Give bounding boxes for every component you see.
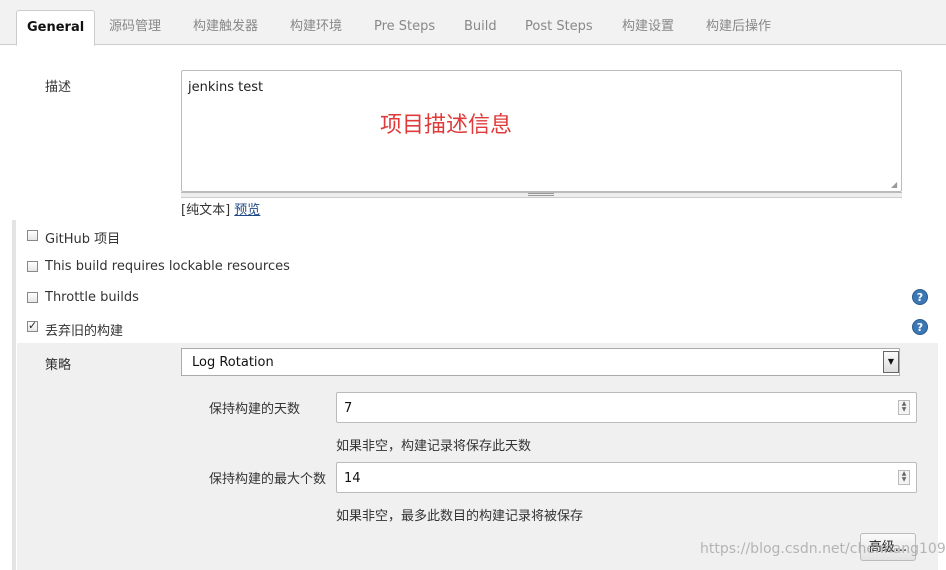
format-label: [纯文本]	[181, 203, 231, 218]
chevron-down-icon[interactable]: ▼	[883, 351, 899, 373]
tab-pre-steps[interactable]: Pre Steps	[374, 10, 435, 44]
strategy-selected-value: Log Rotation	[192, 355, 274, 370]
tab-bar: General 源码管理 构建触发器 构建环境 Pre Steps Build …	[0, 0, 946, 46]
max-builds-input[interactable]: 14 ▲ ▼	[336, 462, 917, 493]
tab-post-build-actions[interactable]: 构建后操作	[706, 10, 771, 44]
format-line: [纯文本] 预览	[181, 199, 260, 218]
days-to-keep-input[interactable]: 7 ▲ ▼	[336, 392, 917, 423]
max-builds-label: 保持构建的最大个数	[209, 472, 327, 487]
discard-old-builds-checkbox[interactable]	[27, 319, 38, 332]
discard-old-builds-label: 丢弃旧的构建	[45, 324, 124, 339]
tab-post-steps[interactable]: Post Steps	[525, 10, 593, 44]
grip-icon	[528, 193, 554, 196]
help-icon[interactable]: ?	[912, 319, 928, 335]
description-textarea[interactable]: jenkins test 项目描述信息 ◢	[181, 70, 902, 192]
github-project-checkbox[interactable]	[27, 230, 38, 241]
lockable-resources-label: This build requires lockable resources	[45, 259, 290, 274]
days-to-keep-hint: 如果非空，构建记录将保存此天数	[336, 439, 532, 454]
spinner-icon[interactable]: ▲ ▼	[898, 470, 910, 485]
tab-build-settings[interactable]: 构建设置	[622, 10, 674, 44]
max-builds-hint: 如果非空，最多此数目的构建记录将被保存	[336, 509, 584, 524]
strategy-select[interactable]: Log Rotation ▼	[181, 348, 900, 376]
throttle-builds-checkbox[interactable]	[27, 292, 38, 303]
throttle-builds-label: Throttle builds	[45, 290, 139, 305]
discard-settings-block	[17, 343, 938, 570]
tab-general[interactable]: General	[16, 10, 96, 46]
help-icon[interactable]: ?	[912, 289, 928, 305]
description-label: 描述	[45, 80, 72, 95]
textarea-resize-handle[interactable]	[181, 192, 902, 198]
spinner-icon[interactable]: ▲ ▼	[898, 400, 910, 415]
days-to-keep-value[interactable]: 7	[344, 401, 352, 416]
tab-source-control[interactable]: 源码管理	[109, 10, 161, 44]
tab-build-environment[interactable]: 构建环境	[290, 10, 342, 44]
max-builds-value[interactable]: 14	[344, 471, 361, 486]
preview-link[interactable]: 预览	[234, 203, 260, 218]
days-to-keep-label: 保持构建的天数	[209, 402, 301, 417]
tab-build-triggers[interactable]: 构建触发器	[193, 10, 258, 44]
section-indent-bar	[12, 220, 16, 570]
resize-corner-icon[interactable]: ◢	[891, 181, 899, 189]
watermark: https://blog.csdn.net/chenhang109	[700, 541, 946, 557]
strategy-label: 策略	[45, 358, 72, 373]
tab-build[interactable]: Build	[464, 10, 497, 44]
description-annotation: 项目描述信息	[380, 113, 513, 138]
github-project-label: GitHub 项目	[45, 232, 121, 247]
description-value[interactable]: jenkins test	[188, 80, 263, 95]
lockable-resources-checkbox[interactable]	[27, 261, 38, 272]
